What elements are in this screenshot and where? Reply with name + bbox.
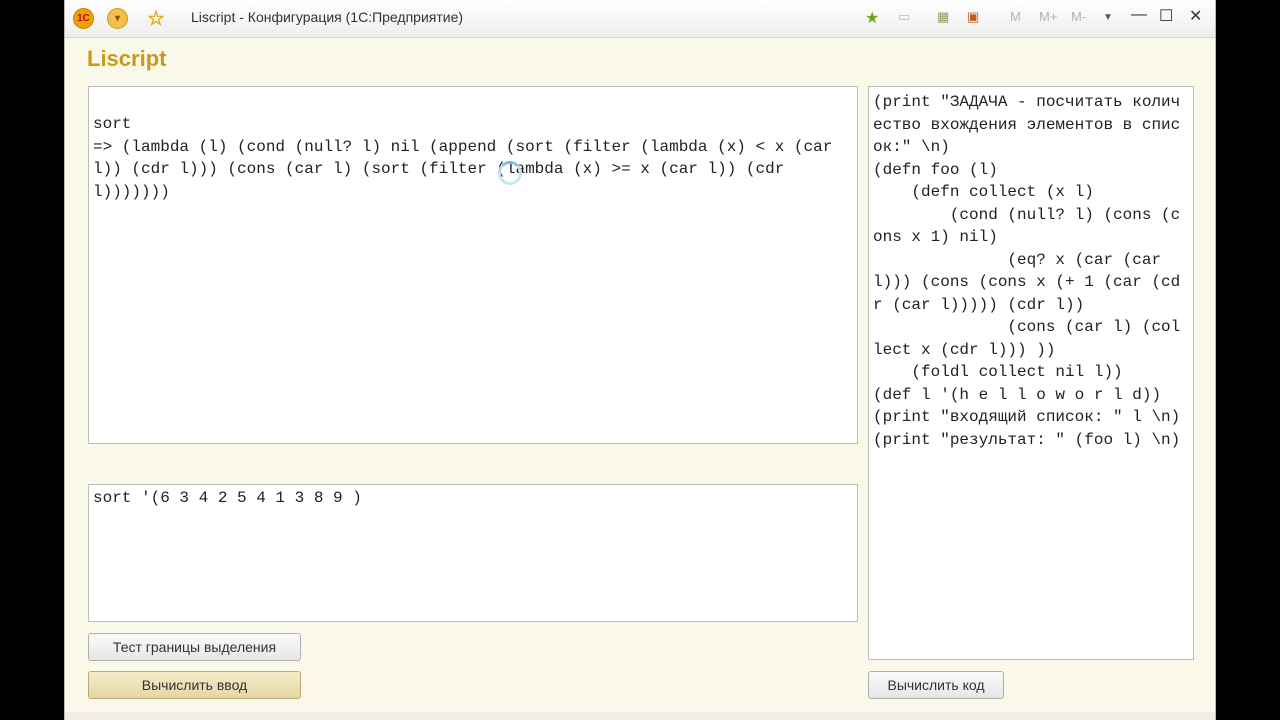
app-logo-icon[interactable]: 1C [73,8,94,29]
memory-button[interactable]: M [1010,9,1021,24]
toolbar-dropdown-icon[interactable]: ▼ [1103,12,1113,23]
add-favorite-icon[interactable]: ★ [865,8,879,28]
test-selection-bounds-button[interactable]: Тест границы выделения [88,633,301,661]
window-title: Liscript - Конфигурация (1С:Предприятие) [191,9,464,25]
favorites-star-icon[interactable]: ☆ [145,8,167,30]
form-title: Liscript [87,46,167,71]
calculator-icon[interactable]: ▦ [937,9,949,25]
code-editor-field[interactable]: (print "ЗАДАЧА - посчитать количество вх… [868,86,1194,660]
evaluate-input-button[interactable]: Вычислить ввод [88,671,301,699]
memory-minus-button[interactable]: M- [1071,9,1086,24]
input-expression-field[interactable]: sort '(6 3 4 2 5 4 1 3 8 9 ) [88,484,858,622]
main-menu-icon[interactable]: ▾ [107,8,128,29]
close-icon[interactable]: ✕ [1189,6,1202,26]
loading-spinner-icon [498,161,522,185]
window-bottom-edge [65,712,1215,720]
result-output-panel[interactable]: sort => (lambda (l) (cond (null? l) nil … [88,86,858,444]
evaluate-code-button[interactable]: Вычислить код [868,671,1004,699]
maximize-icon[interactable]: ☐ [1159,6,1173,26]
document-icon[interactable]: ▭ [898,9,910,25]
app-window: 1C ▾ ☆ Liscript - Конфигурация (1С:Предп… [64,0,1216,720]
memory-plus-button[interactable]: M+ [1039,9,1057,24]
calendar-icon[interactable]: ▣ [967,9,979,25]
minimize-icon[interactable]: — [1131,6,1147,24]
title-bar: 1C ▾ ☆ Liscript - Конфигурация (1С:Предп… [65,0,1215,38]
